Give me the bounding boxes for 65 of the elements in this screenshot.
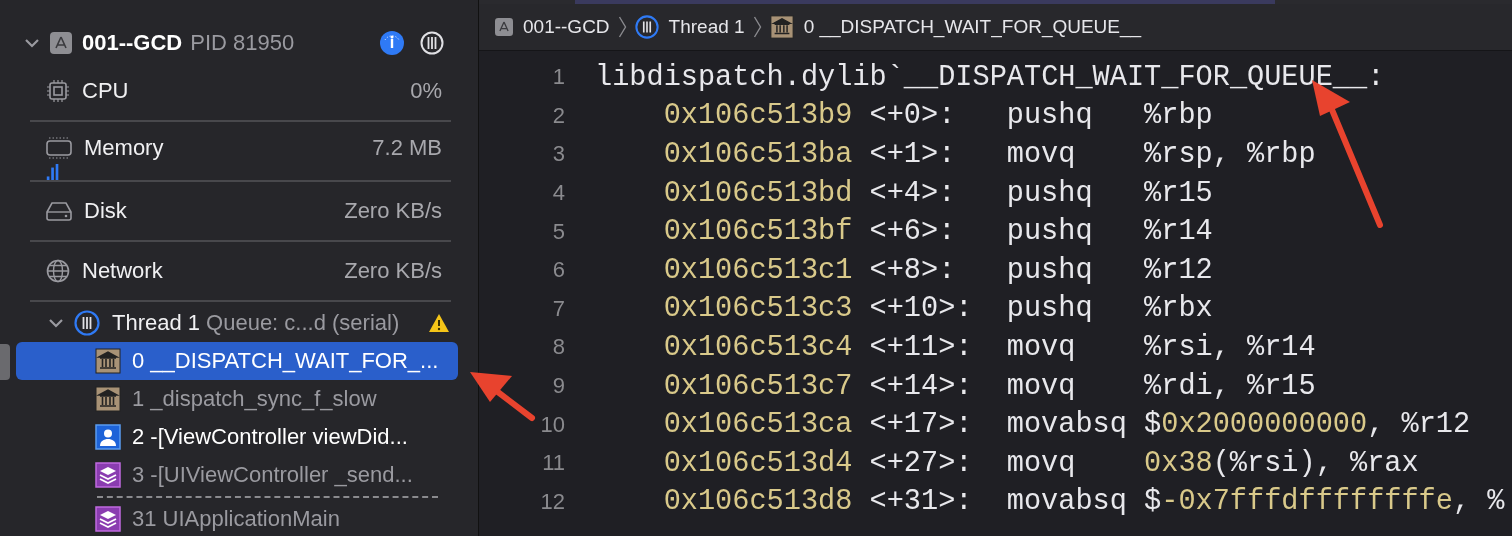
gauge-value: 7.2 MB [372,135,442,161]
line-number: 1 [551,64,565,91]
breadcrumb-item[interactable]: Thread 1 [634,15,745,39]
gauge-label: Disk [84,198,127,224]
line-number: 9 [551,373,565,400]
line-number: 10 [539,411,565,438]
process-name: 001--GCD [82,30,183,56]
app-icon [50,32,72,54]
memory-icon [46,136,72,160]
gauge-label: Memory [84,135,164,161]
code-line: 0x106c513c7 <+14>: movq %rdi, %r15 [662,369,1316,403]
chevron-right-icon [752,16,762,38]
building-icon [95,386,121,412]
threads-icon[interactable] [420,31,444,55]
stack-frame[interactable]: 1 _dispatch_sync_f_slow [16,380,458,418]
thread-name: Thread 1 [112,310,201,336]
gauge-value: Zero KB/s [344,258,442,284]
gauge-value: Zero KB/s [344,198,442,224]
line-number: 7 [551,295,565,322]
code-line: 0x106c513c3 <+10>: pushq %rbx [662,292,1213,326]
stack-frame[interactable]: 2 -[ViewController viewDid... [16,418,458,456]
gauge-label: CPU [82,78,129,104]
building-icon [95,348,121,374]
line-number: 4 [551,180,565,207]
stack-frame[interactable]: 31 UIApplicationMain [16,500,458,536]
code-line: 0x106c513b9 <+0>: pushq %rbp [662,99,1213,133]
code-line: 0x106c513d4 <+27>: movq 0x38(%rsi), %rax [662,446,1419,480]
stack-frame[interactable]: 0 __DISPATCH_WAIT_FOR_... [16,342,458,380]
line-number: 3 [551,141,565,168]
layers-icon [95,506,121,532]
gauge-value: 0% [410,78,442,104]
stack-frame[interactable]: 3 -[UIViewController _send... [16,456,458,494]
chevron-down-icon[interactable] [24,38,40,48]
code-line: 0x106c513c4 <+11>: movq %rsi, %r14 [662,330,1316,364]
chip-icon [46,79,70,103]
breadcrumb-item[interactable]: 0 __DISPATCH_WAIT_FOR_QUEUE__ [769,15,1142,39]
layers-icon [95,462,121,488]
code-line: 0x106c513c1 <+8>: pushq %r12 [662,253,1213,287]
code-line: 0x106c513ba <+1>: movq %rsp, %rbp [662,138,1316,171]
process-id: PID 81950 [190,30,295,56]
line-number: 11 [541,450,565,477]
line-number: 6 [551,257,565,284]
breadcrumb-item[interactable]: 001--GCD [495,16,610,38]
person-icon [95,424,121,450]
gauge-label: Network [82,258,163,284]
queue-label: Queue: c...d (serial) [206,310,400,336]
line-number: 12 [539,488,565,515]
line-number: 5 [551,218,565,245]
selection-handle [0,344,10,380]
thread-icon [634,15,659,39]
building-icon [769,15,794,39]
line-number: 8 [551,334,565,361]
gauge-icon[interactable] [380,31,404,55]
thread-icon [74,310,100,336]
code-line: 0x106c513bd <+4>: pushq %r15 [662,176,1213,210]
chevron-down-icon[interactable] [48,318,64,328]
code-line: 0x106c513bf <+6>: pushq %r14 [662,215,1213,249]
globe-icon [46,259,70,283]
line-number: 2 [551,102,565,129]
app-icon [495,18,513,36]
chevron-right-icon [617,16,627,38]
bar-graph-icon [46,164,60,180]
code-line: 0x106c513d8 <+31>: movabsq $-0x7fffdffffffffe, % [662,485,1505,519]
code-line: 0x106c513ca <+17>: movabsq $0x2000000000, %r12 [662,408,1471,442]
code-line: libdispatch.dylib`__DISPATCH_WAIT_FOR_QUEUE__: [595,60,1385,94]
